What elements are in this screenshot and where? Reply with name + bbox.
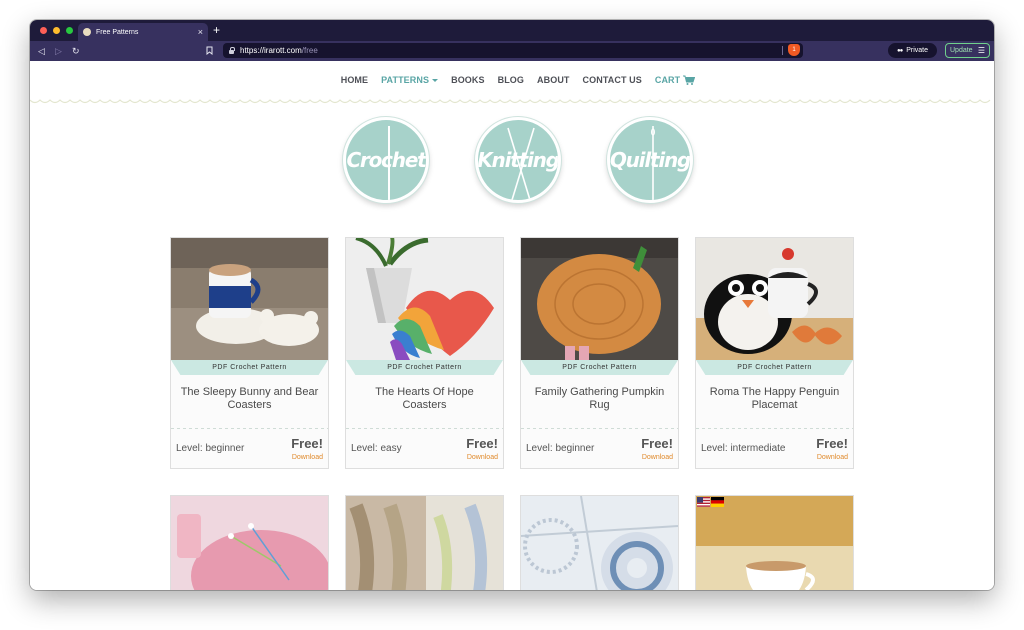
category-circles: Crochet Knitting Quilting (30, 117, 994, 203)
snowflake-doily-image (521, 496, 678, 590)
nav-home[interactable]: HOME (341, 75, 368, 85)
download-link[interactable]: Download (292, 454, 323, 461)
brave-shield-icon[interactable]: 1 (788, 44, 800, 56)
category-quilting[interactable]: Quilting (607, 117, 693, 203)
pattern-type-badge: PDF Crochet Pattern (346, 360, 503, 375)
lock-icon (229, 46, 235, 54)
card-divider (696, 428, 853, 430)
card-divider (171, 428, 328, 430)
nav-patterns[interactable]: PATTERNS (381, 75, 439, 85)
chevron-down-icon (432, 78, 439, 82)
nav-cart[interactable]: CART (654, 75, 696, 85)
card-price: Free! (641, 436, 673, 451)
badge-text: PDF Crochet Pattern (562, 364, 637, 371)
card-level: Level: intermediate (701, 443, 786, 454)
update-label: Update (950, 47, 973, 54)
back-icon[interactable]: ◁ (38, 44, 45, 58)
address-bar[interactable]: https://irarott.com/free 1 (223, 43, 803, 58)
pattern-type-badge: PDF Crochet Pattern (696, 360, 853, 375)
card-level: Level: beginner (526, 443, 595, 454)
close-window-button[interactable] (40, 27, 47, 34)
bookmark-icon[interactable] (206, 46, 213, 55)
nav-patterns-label: PATTERNS (381, 75, 430, 85)
category-knitting[interactable]: Knitting (475, 117, 561, 203)
hamburger-menu-icon[interactable]: ☰ (978, 46, 985, 55)
card-divider (346, 428, 503, 430)
nav-about[interactable]: ABOUT (537, 75, 570, 85)
pattern-card[interactable] (170, 495, 329, 590)
browser-window: Free Patterns × + ◁ ▷ ↻ https://irarott.… (30, 20, 994, 590)
new-tab-button[interactable]: + (213, 24, 220, 36)
card-level: Level: easy (351, 443, 402, 454)
maximize-window-button[interactable] (66, 27, 73, 34)
pattern-type-badge: PDF Crochet Pattern (521, 360, 678, 375)
download-link[interactable]: Download (817, 454, 848, 461)
category-crochet[interactable]: Crochet (343, 117, 429, 203)
card-divider (521, 428, 678, 430)
pattern-card[interactable] (695, 495, 854, 590)
card-title[interactable]: Family Gathering Pumpkin Rug (527, 386, 672, 412)
download-link[interactable]: Download (642, 454, 673, 461)
reload-icon[interactable]: ↻ (72, 44, 80, 58)
scallop-divider (30, 99, 991, 104)
category-knitting-label: Knitting (477, 148, 559, 172)
cart-icon (683, 75, 696, 85)
favicon-icon (83, 28, 91, 36)
teacup-image (696, 496, 853, 590)
minimize-window-button[interactable] (53, 27, 60, 34)
pattern-card[interactable]: PDF Crochet Pattern The Sleepy Bunny and… (170, 237, 329, 469)
language-flags (697, 497, 724, 507)
nav-contact[interactable]: CONTACT US (583, 75, 642, 85)
pattern-grid: PDF Crochet Pattern The Sleepy Bunny and… (170, 237, 854, 590)
card-price: Free! (291, 436, 323, 451)
badge-text: PDF Crochet Pattern (212, 364, 287, 371)
card-title[interactable]: The Hearts Of Hope Coasters (352, 386, 497, 412)
nav-books[interactable]: BOOKS (451, 75, 485, 85)
browser-toolbar: ◁ ▷ ↻ https://irarott.com/free 1 ●● Priv… (30, 41, 994, 61)
hearts-of-hope-coasters-image (346, 238, 503, 360)
card-level: Level: beginner (176, 443, 245, 454)
tab-free-patterns[interactable]: Free Patterns × (78, 23, 208, 41)
pattern-card[interactable]: PDF Crochet Pattern Roma The Happy Pengu… (695, 237, 854, 469)
card-price: Free! (466, 436, 498, 451)
main-nav: HOME PATTERNS BOOKS BLOG ABOUT CONTACT U… (30, 75, 994, 85)
tab-close-icon[interactable]: × (198, 27, 203, 37)
web-page: HOME PATTERNS BOOKS BLOG ABOUT CONTACT U… (30, 61, 994, 590)
forward-icon[interactable]: ▷ (55, 44, 62, 58)
pattern-card[interactable] (345, 495, 504, 590)
nav-blog[interactable]: BLOG (498, 75, 524, 85)
badge-text: PDF Crochet Pattern (387, 364, 462, 371)
germany-flag-icon[interactable] (711, 497, 724, 507)
card-price: Free! (816, 436, 848, 451)
card-title[interactable]: Roma The Happy Penguin Placemat (702, 386, 847, 412)
pattern-type-badge: PDF Crochet Pattern (171, 360, 328, 375)
category-crochet-label: Crochet (346, 148, 426, 172)
pattern-card[interactable]: PDF Crochet Pattern Family Gathering Pum… (520, 237, 679, 469)
tab-bar: Free Patterns × + (30, 20, 994, 41)
category-quilting-label: Quilting (609, 148, 691, 172)
bunny-bear-coasters-image (171, 238, 328, 360)
window-controls (40, 27, 73, 34)
private-window-badge[interactable]: ●● Private (888, 43, 937, 58)
pattern-card[interactable]: PDF Crochet Pattern The Hearts Of Hope C… (345, 237, 504, 469)
card-title[interactable]: The Sleepy Bunny and Bear Coasters (177, 386, 322, 412)
pin-cushion-image (171, 496, 328, 590)
private-label: Private (906, 47, 929, 54)
tab-title: Free Patterns (96, 28, 139, 36)
private-glasses-icon: ●● (896, 47, 903, 54)
url-text: https://irarott.com/free (240, 46, 318, 55)
update-button[interactable]: Update ☰ (945, 43, 990, 58)
pattern-card[interactable] (520, 495, 679, 590)
badge-text: PDF Crochet Pattern (737, 364, 812, 371)
url-divider (782, 46, 783, 55)
pumpkin-rug-image (521, 238, 678, 360)
us-flag-icon[interactable] (697, 497, 710, 507)
download-link[interactable]: Download (467, 454, 498, 461)
penguin-placemat-image (696, 238, 853, 360)
lace-scarf-image (346, 496, 503, 590)
nav-cart-label: CART (654, 75, 681, 85)
